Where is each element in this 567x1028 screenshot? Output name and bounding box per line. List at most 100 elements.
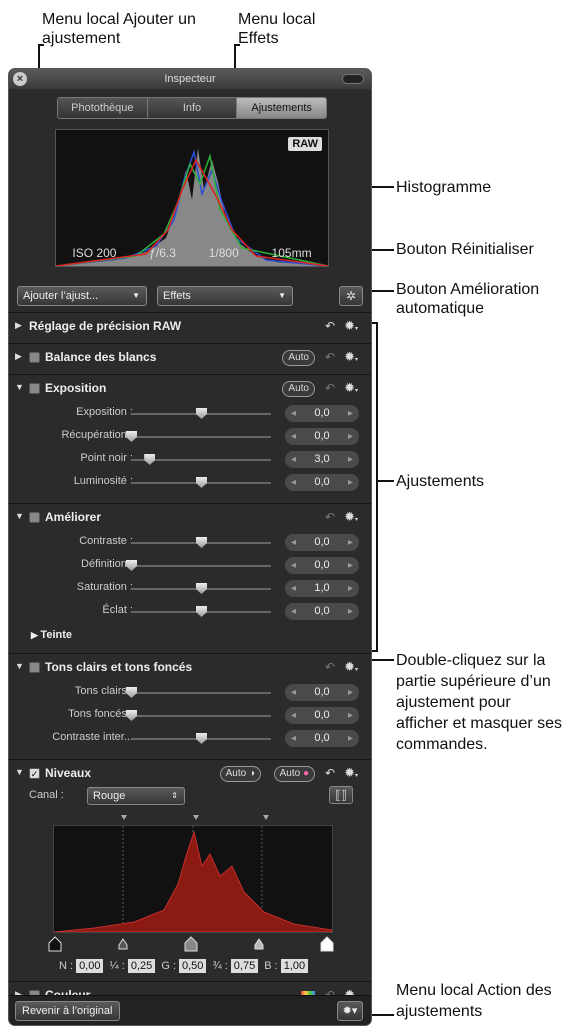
gray-value-field[interactable]: 0,50 bbox=[179, 959, 207, 973]
slider-thumb[interactable] bbox=[196, 477, 207, 488]
auto-levels-rgb-button[interactable]: Auto ● bbox=[273, 766, 315, 782]
gear-icon[interactable]: ✹ bbox=[344, 659, 358, 675]
slider-thumb[interactable] bbox=[196, 583, 207, 594]
tab-info[interactable]: Info bbox=[147, 98, 238, 118]
levels-top-handles[interactable] bbox=[113, 813, 283, 825]
enable-checkbox[interactable] bbox=[29, 352, 40, 363]
disclosure-triangle-icon[interactable]: ▼ bbox=[15, 511, 24, 521]
auto-label: Auto bbox=[225, 768, 247, 779]
slider-track[interactable] bbox=[131, 565, 271, 567]
toolbar-toggle-button[interactable] bbox=[342, 74, 364, 84]
slider-track[interactable] bbox=[131, 715, 271, 717]
add-adjustment-dropdown[interactable]: Ajouter l’ajust... ▼ bbox=[17, 286, 147, 306]
value-stepper[interactable]: 0,0 bbox=[285, 730, 359, 747]
disclosure-triangle-icon[interactable]: ▼ bbox=[15, 661, 24, 671]
value-stepper[interactable]: 0,0 bbox=[285, 684, 359, 701]
tab-adjustments[interactable]: Ajustements bbox=[237, 98, 326, 118]
value-stepper[interactable]: 0,0 bbox=[285, 707, 359, 724]
callout-reset: Bouton Réinitialiser bbox=[396, 241, 534, 258]
disclosure-triangle-icon[interactable]: ▼ bbox=[15, 382, 24, 392]
auto-enhance-button[interactable]: ✲ bbox=[339, 286, 363, 306]
channel-row: Canal : bbox=[29, 789, 64, 801]
levels-bottom-handles[interactable] bbox=[45, 933, 345, 953]
value-stepper[interactable]: 0,0 bbox=[285, 557, 359, 574]
auto-button[interactable]: Auto bbox=[282, 350, 315, 366]
slider-thumb[interactable] bbox=[196, 733, 207, 744]
channel-value: Rouge bbox=[93, 790, 126, 802]
section-exposure[interactable]: ▼ Exposition Auto ↶ ✹ bbox=[9, 374, 371, 402]
auto-levels-luminance-button[interactable]: Auto ◑ bbox=[219, 766, 261, 782]
section-highlights-shadows[interactable]: ▼ Tons clairs et tons foncés ↶ ✹ bbox=[9, 653, 371, 681]
section-enhance[interactable]: ▼ Améliorer ↶ ✹ bbox=[9, 503, 371, 531]
slider-thumb[interactable] bbox=[196, 606, 207, 617]
section-raw-fine-tuning[interactable]: ▶ Réglage de précision RAW ↶ ✹ bbox=[9, 312, 371, 340]
slider-thumb[interactable] bbox=[144, 454, 156, 465]
three-quarter-value-field[interactable]: 0,75 bbox=[230, 959, 259, 973]
chevron-down-icon: ▼ bbox=[132, 291, 140, 300]
callout-double-click: Double-cliquez sur la partie supérieure … bbox=[396, 652, 563, 753]
enable-checkbox[interactable] bbox=[29, 383, 40, 394]
disclosure-triangle-icon[interactable]: ▶ bbox=[15, 351, 22, 362]
slider-track[interactable] bbox=[131, 692, 271, 694]
updown-icon: ⇕ bbox=[171, 791, 178, 800]
channel-label: Canal : bbox=[29, 789, 64, 801]
reset-icon[interactable]: ↶ bbox=[325, 381, 335, 395]
reset-icon[interactable]: ↶ bbox=[325, 660, 335, 674]
reset-icon[interactable]: ↶ bbox=[325, 350, 335, 364]
gear-icon: ✹▾ bbox=[342, 1005, 358, 1017]
slider-thumb[interactable] bbox=[196, 537, 207, 548]
slider-row: Tons foncés : 0,0 bbox=[9, 704, 371, 727]
three-quarter-label: ¾ : bbox=[212, 960, 228, 972]
reset-icon[interactable]: ↶ bbox=[325, 766, 335, 780]
effects-label: Effets bbox=[163, 290, 191, 302]
quarter-value-field[interactable]: 0,25 bbox=[127, 959, 156, 973]
tint-subsection[interactable]: ▶ Teinte bbox=[31, 629, 72, 641]
white-value-field[interactable]: 1,00 bbox=[280, 959, 309, 973]
slider-label: Éclat : bbox=[102, 604, 133, 616]
enable-checkbox[interactable] bbox=[29, 662, 40, 673]
enable-checkbox[interactable] bbox=[29, 512, 40, 523]
callout-adjustments: Ajustements bbox=[396, 473, 485, 490]
slider-label: Tons clairs : bbox=[74, 685, 133, 697]
slider-thumb[interactable] bbox=[196, 408, 207, 419]
levels-histogram bbox=[53, 825, 333, 933]
gear-icon[interactable]: ✹ bbox=[344, 509, 358, 525]
value-stepper[interactable]: 0,0 bbox=[285, 534, 359, 551]
value-stepper[interactable]: 0,0 bbox=[285, 603, 359, 620]
adjustments-action-menu-button[interactable]: ✹▾ bbox=[337, 1001, 363, 1021]
reset-icon[interactable]: ↶ bbox=[325, 319, 335, 333]
channel-dropdown[interactable]: Rouge ⇕ bbox=[87, 787, 185, 805]
value-stepper[interactable]: 3,0 bbox=[285, 451, 359, 468]
value-stepper[interactable]: 0,0 bbox=[285, 474, 359, 491]
quarter-tones-button[interactable]: ⟦⟧ bbox=[329, 786, 353, 804]
value-stepper[interactable]: 1,0 bbox=[285, 580, 359, 597]
callout-action-menu: Menu local Action des ajustements bbox=[396, 982, 552, 1020]
black-value-field[interactable]: 0,00 bbox=[76, 959, 104, 973]
exif-info: ISO 200 ƒ/6.3 1/800 105mm bbox=[56, 246, 328, 260]
section-title: Exposition bbox=[45, 381, 107, 395]
section-white-balance[interactable]: ▶ Balance des blancs Auto ↶ ✹ bbox=[9, 343, 371, 371]
slider-track[interactable] bbox=[131, 436, 271, 438]
value-stepper[interactable]: 0,0 bbox=[285, 428, 359, 445]
gear-icon[interactable]: ✹ bbox=[344, 318, 358, 334]
chevron-down-icon: ▼ bbox=[278, 291, 286, 300]
tab-library[interactable]: Photothèque bbox=[58, 98, 148, 118]
gear-icon[interactable]: ✹ bbox=[344, 765, 358, 781]
callout-bracket bbox=[376, 322, 378, 652]
gear-icon[interactable]: ✹ bbox=[344, 349, 358, 365]
auto-button[interactable]: Auto bbox=[282, 381, 315, 397]
section-title: Niveaux bbox=[45, 766, 92, 780]
effects-dropdown[interactable]: Effets ▼ bbox=[157, 286, 293, 306]
levels-graph bbox=[53, 826, 333, 933]
revert-to-original-button[interactable]: Revenir à l’original bbox=[15, 1001, 120, 1021]
slider-row: Contraste : 0,0 bbox=[9, 531, 371, 554]
enable-checkbox-checked[interactable]: ✓ bbox=[29, 768, 40, 779]
value-stepper[interactable]: 0,0 bbox=[285, 405, 359, 422]
disclosure-triangle-icon[interactable]: ▼ bbox=[15, 767, 24, 777]
close-icon[interactable]: × bbox=[13, 72, 27, 86]
gear-icon[interactable]: ✹ bbox=[344, 380, 358, 396]
section-levels[interactable]: ▼ ✓ Niveaux Auto ◑ Auto ● ↶ ✹ bbox=[9, 759, 371, 787]
callout-line bbox=[38, 44, 44, 46]
disclosure-triangle-icon[interactable]: ▶ bbox=[15, 320, 22, 331]
reset-icon[interactable]: ↶ bbox=[325, 510, 335, 524]
